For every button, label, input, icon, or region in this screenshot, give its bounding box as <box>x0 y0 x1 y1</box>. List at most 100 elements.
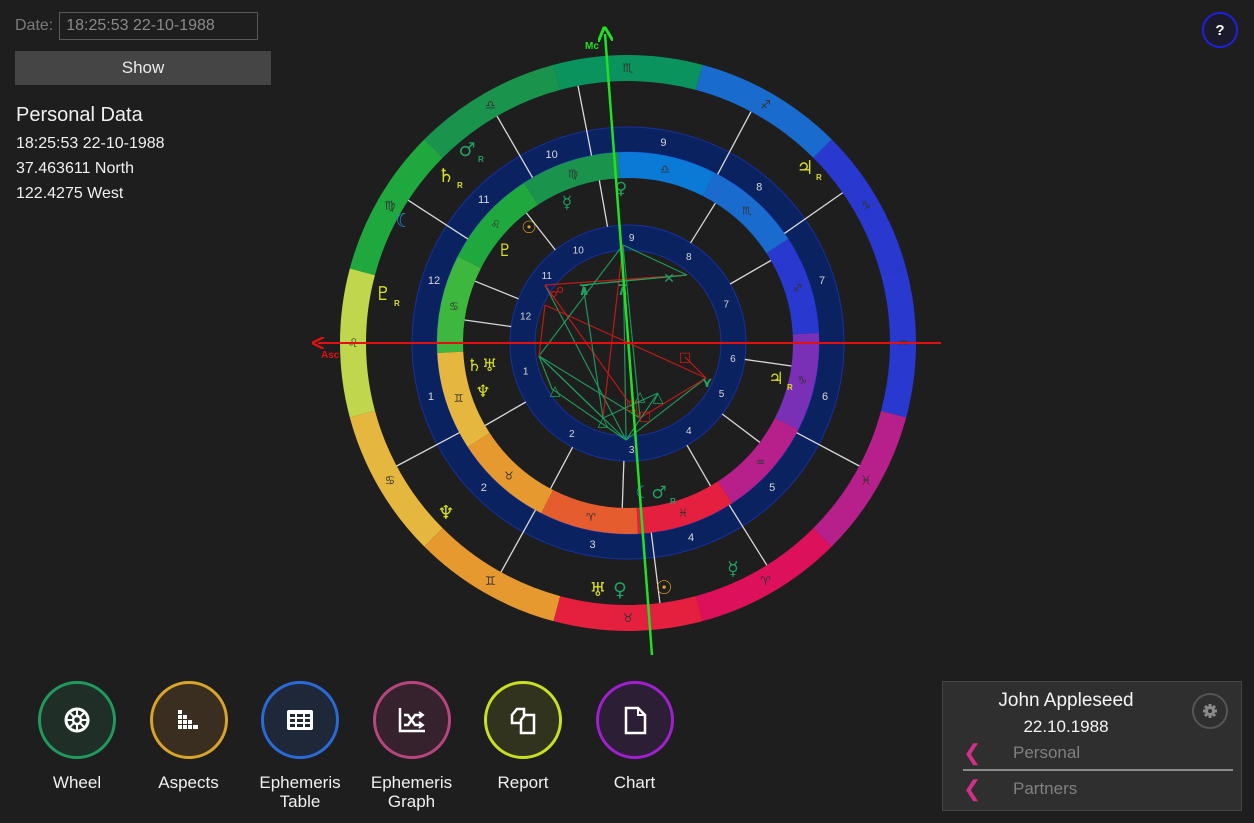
middle-sign-glyph: ♌ <box>491 218 501 231</box>
nav-ephemeris-graph[interactable]: Ephemeris Graph <box>371 681 452 811</box>
nav-wheel[interactable]: Wheel <box>38 681 116 811</box>
graph-icon <box>398 708 425 733</box>
house-number: 6 <box>730 354 736 365</box>
retrograde-marker: R <box>670 497 676 506</box>
nav-aspects-circle[interactable] <box>149 681 228 759</box>
nav-wheel-circle[interactable] <box>38 681 116 759</box>
nav-ephemeris-table[interactable]: Ephemeris Table <box>259 681 341 811</box>
aspect-symbol: ☐ <box>639 410 652 426</box>
chart-icon <box>624 706 646 735</box>
planet-glyph: ☿ <box>727 558 739 580</box>
planet-glyph: ☿ <box>562 193 572 213</box>
outer-sign-segment <box>813 410 907 547</box>
planet-glyph: ♅ <box>589 579 606 601</box>
aspect-symbol: ⋎ <box>701 375 712 391</box>
house-cusp <box>484 401 527 427</box>
middle-sign-glyph: ♍ <box>568 168 578 181</box>
bottom-nav: Wheel Aspects Ephemeris Table Ephemeris … <box>38 681 707 811</box>
profile-item-label: Partners <box>1013 779 1078 798</box>
profile-date: 22.10.1988 <box>1023 717 1109 736</box>
nav-aspects[interactable]: Aspects <box>149 681 228 811</box>
nav-ephemeris-table-circle[interactable] <box>261 681 339 759</box>
nav-ephemeris-graph-circle[interactable] <box>372 681 451 759</box>
profile-item-partners[interactable]: ❮ Partners <box>963 774 1233 804</box>
nav-report[interactable]: Report <box>484 681 562 811</box>
retrograde-marker: R <box>457 181 463 190</box>
outer-sign-glyph: ♈ <box>760 574 771 588</box>
report-icon <box>510 707 536 735</box>
house-number: 8 <box>756 182 762 194</box>
aspect-symbol: ✕ <box>663 271 675 287</box>
aspect-symbol: ☍ <box>550 285 564 301</box>
aspect-symbol: △ <box>598 414 609 430</box>
middle-sign-glyph: ♉ <box>504 469 514 482</box>
table-icon <box>287 710 313 730</box>
settings-button[interactable] <box>1192 693 1228 729</box>
chart-wheel[interactable]: ☍⊼⊼✕☐⋎△△△△☐☐ ♏♎♍♌♋♊♉♈♓♒♑♐♎♍♌♋♊♉♈♓♒♑♐♏109… <box>0 0 1254 680</box>
house-number: 7 <box>819 275 825 287</box>
nav-report-circle[interactable] <box>484 681 562 759</box>
planet-glyph: ♆ <box>437 502 454 524</box>
outer-sign-glyph: ♋ <box>384 474 395 488</box>
outer-sign-segment <box>813 139 907 276</box>
planet-glyph: ☉ <box>521 218 536 238</box>
middle-sign-glyph: ♊ <box>454 392 464 405</box>
middle-sign-glyph: ♒ <box>755 456 765 469</box>
nav-chart-circle[interactable] <box>595 681 674 759</box>
house-number: 6 <box>822 391 828 403</box>
outer-sign-glyph: ♊ <box>485 574 496 588</box>
planet-glyph: ♃ <box>796 157 813 179</box>
planet-glyph: ☾ <box>635 483 650 503</box>
profile-item-personal[interactable]: ❮ Personal <box>963 738 1233 768</box>
nav-chart-label: Chart <box>613 773 656 792</box>
outer-sign-glyph: ♍ <box>384 199 395 213</box>
middle-sign-glyph: ♐ <box>792 282 802 295</box>
house-number: 3 <box>590 539 596 551</box>
house-cusp <box>729 259 772 285</box>
retrograde-marker: R <box>394 299 400 308</box>
planet-glyph: ♇ <box>374 283 391 305</box>
wheel-icon <box>64 707 90 733</box>
asc-label: Asc <box>321 350 340 361</box>
outer-sign-segment <box>349 410 443 547</box>
house-number: 3 <box>629 445 635 456</box>
house-number: 9 <box>629 233 635 244</box>
outer-sign-glyph: ♏ <box>623 61 634 75</box>
nav-ephemeris-graph-label: Ephemeris Graph <box>370 773 453 811</box>
chevron-left-icon: ❮ <box>963 740 982 765</box>
house-number: 1 <box>428 391 434 403</box>
house-number: 1 <box>523 366 529 377</box>
nav-wheel-label: Wheel <box>52 773 102 792</box>
planet-glyph: ♂ <box>651 483 666 503</box>
house-cusp <box>621 460 625 508</box>
planet-glyph: ♄ <box>437 165 454 187</box>
outer-sign-glyph: ♐ <box>760 98 771 112</box>
house-cusp <box>549 446 574 489</box>
planet-glyph: ♂ <box>458 139 475 161</box>
divider <box>963 769 1233 771</box>
house-number: 2 <box>481 482 487 494</box>
house-number: 4 <box>688 532 694 544</box>
middle-sign-glyph: ♎ <box>660 163 670 176</box>
outer-sign-glyph: ♉ <box>623 611 634 625</box>
retrograde-marker: R <box>478 155 484 164</box>
house-cusp <box>598 180 609 227</box>
planet-glyph: ♃ <box>768 369 783 389</box>
house-number: 11 <box>478 194 489 206</box>
chevron-left-icon: ❮ <box>963 776 982 801</box>
house-number: 5 <box>769 482 775 494</box>
middle-sign-glyph: ♑ <box>797 374 807 387</box>
aspect-symbol: ☐ <box>679 351 692 367</box>
aspect-symbol: ⊼ <box>578 283 589 299</box>
house-number: 12 <box>520 312 532 323</box>
house-number: 5 <box>719 389 725 400</box>
outer-sign-glyph: ♑ <box>861 199 872 213</box>
planet-glyph: ☉ <box>655 577 672 599</box>
nav-chart[interactable]: Chart <box>595 681 674 811</box>
aspect-symbol: △ <box>653 390 664 406</box>
house-cusp <box>686 444 712 487</box>
house-number: 8 <box>686 252 692 263</box>
house-number: 10 <box>545 149 557 161</box>
nav-aspects-label: Aspects <box>158 773 219 792</box>
nav-ephemeris-table-label: Ephemeris Table <box>259 773 341 811</box>
